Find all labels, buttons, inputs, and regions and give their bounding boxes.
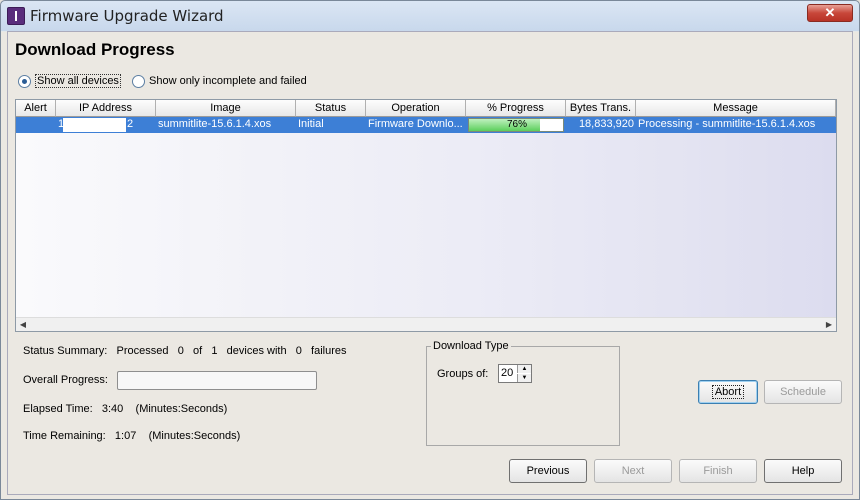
download-type-title: Download Type [431,340,511,352]
cell-operation: Firmware Downlo... [368,118,463,130]
elapsed-value: 3:40 [101,403,124,415]
cell-image: summitlite-15.6.1.4.xos [158,118,272,130]
time-remaining: Time Remaining: 1:07 (Minutes:Seconds) [23,430,240,442]
cell-bytes: 18,833,920 [578,118,634,130]
cell-alert [16,117,56,133]
help-button[interactable]: Help [764,459,842,483]
next-button[interactable]: Next [594,459,672,483]
horizontal-scrollbar[interactable]: ◀ ▶ [16,317,836,331]
row-progress-label: 76% [506,119,527,130]
cell-message: Processing - summitlite-15.6.1.4.xos [638,118,816,130]
row-progress-bar: 76% [468,118,564,132]
column-header-progress[interactable]: % Progress [466,100,566,117]
radio-selected-icon[interactable] [18,74,31,88]
radio-show-all[interactable]: Show all devices [18,72,121,90]
previous-button[interactable]: Previous [509,459,587,483]
page-title: Download Progress [15,40,175,59]
column-header-ip-address[interactable]: IP Address [56,100,156,117]
ip-suffix: 2 [127,118,134,130]
abort-button[interactable]: Abort [698,380,758,404]
elapsed-time: Elapsed Time: 3:40 (Minutes:Seconds) [23,403,227,415]
remaining-value: 1:07 [114,430,137,442]
remaining-label: Time Remaining: [23,430,106,442]
elapsed-label: Elapsed Time: [23,403,93,415]
scroll-left-icon[interactable]: ◀ [16,318,30,331]
close-button[interactable]: ✕ [807,4,853,22]
app-icon [7,7,25,25]
column-header-operation[interactable]: Operation [366,100,466,117]
failures-count: 0 [295,345,302,357]
column-header-bytes[interactable]: Bytes Trans. [566,100,636,117]
device-table: Alert IP Address Image Status Operation … [15,99,837,332]
column-header-alert[interactable]: Alert [16,100,56,117]
column-header-status[interactable]: Status [296,100,366,117]
cell-status: Initial [298,118,324,130]
spin-up-icon[interactable]: ▲ [517,365,531,373]
schedule-button[interactable]: Schedule [764,380,842,404]
column-header-image[interactable]: Image [156,100,296,117]
overall-progress-bar [117,371,317,390]
status-summary: Status Summary: Processed 0 of 1 devices… [23,345,347,357]
elapsed-unit: (Minutes:Seconds) [135,403,228,415]
radio-show-all-label: Show all devices [35,74,121,88]
abort-button-label: Abort [711,385,745,399]
failures-label: failures [311,345,347,357]
groups-of-value[interactable]: 20 [501,367,513,379]
spin-down-icon[interactable]: ▼ [517,374,531,382]
title-bar: Firmware Upgrade Wizard ✕ [1,1,859,31]
finish-button[interactable]: Finish [679,459,757,483]
groups-of-label: Groups of: [437,368,489,380]
overall-progress-label: Overall Progress: [23,374,108,386]
table-body-background [16,117,836,317]
status-summary-label: Status Summary: [23,345,108,357]
window-title: Firmware Upgrade Wizard [30,7,224,25]
cell-ip-address: 1 2 [56,117,156,133]
processed-count: 0 [177,345,184,357]
firmware-upgrade-window: Firmware Upgrade Wizard ✕ Download Progr… [0,0,860,500]
remaining-unit: (Minutes:Seconds) [148,430,241,442]
devices-with-label: devices with [226,345,287,357]
radio-show-incomplete-label: Show only incomplete and failed [149,75,307,87]
groups-of-spinner[interactable]: 20 ▲ ▼ [498,364,532,383]
of-label: of [192,345,203,357]
column-header-message[interactable]: Message [636,100,836,117]
cell-progress: 76% [466,117,566,133]
total-count: 1 [211,345,218,357]
radio-unselected-icon[interactable] [132,74,145,88]
table-row[interactable]: 1 2 summitlite-15.6.1.4.xos Initial Firm… [16,117,836,133]
table-header: Alert IP Address Image Status Operation … [16,100,836,117]
processed-label: Processed [116,345,169,357]
scroll-right-icon[interactable]: ▶ [822,318,836,331]
radio-show-incomplete[interactable]: Show only incomplete and failed [132,72,307,90]
download-type-group: Download Type Groups of: 20 ▲ ▼ [426,340,620,446]
ip-redaction [63,118,126,132]
wizard-content: Download Progress Show all devices Show … [7,31,853,495]
